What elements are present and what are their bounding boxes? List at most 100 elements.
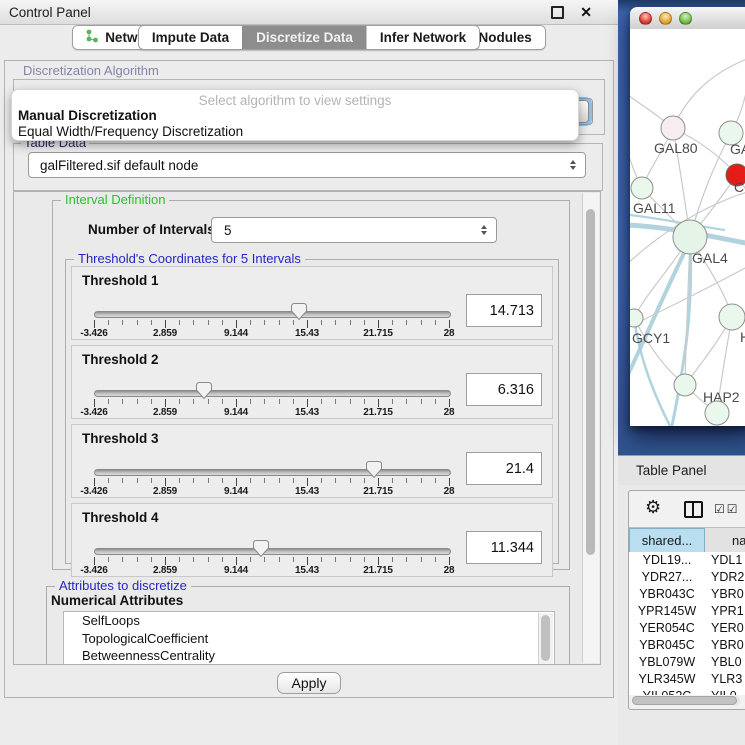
threshold-label: Threshold 3 xyxy=(82,431,159,446)
network-node[interactable] xyxy=(673,220,707,254)
tick-mark xyxy=(350,320,351,325)
tick-mark xyxy=(94,320,95,328)
attributes-scrollbar[interactable] xyxy=(538,613,553,665)
table-row[interactable]: YER054CYER0 xyxy=(629,620,745,637)
tick-mark xyxy=(350,557,351,562)
slider-thumb[interactable] xyxy=(196,382,212,399)
float-window-icon[interactable] xyxy=(551,6,564,19)
table-cell: YDL19... xyxy=(629,552,705,569)
slider-track[interactable] xyxy=(94,469,451,476)
zoom-traffic-light-icon[interactable] xyxy=(679,12,692,25)
tick-mark xyxy=(122,320,123,325)
gear-icon[interactable]: ⚙ xyxy=(645,497,661,518)
table-cell: YLR3 xyxy=(705,671,745,688)
tick-mark xyxy=(208,320,209,325)
interval-definition-title: Interval Definition xyxy=(61,192,169,207)
checkbox-icons[interactable]: ☑☑ xyxy=(714,502,740,516)
tick-label: 2.859 xyxy=(143,407,187,418)
table-cell: YBR045C xyxy=(629,637,705,654)
tick-label: 15.43 xyxy=(285,565,329,576)
tick-mark xyxy=(236,399,237,407)
slider-thumb[interactable] xyxy=(253,540,269,557)
slider-track[interactable] xyxy=(94,311,451,318)
bottom-tab-discretize-data[interactable]: Discretize Data xyxy=(242,26,366,49)
algorithm-option[interactable]: Manual Discretization xyxy=(15,108,575,124)
slider-track[interactable] xyxy=(94,548,451,555)
tick-mark xyxy=(449,557,450,565)
table-cell: YBL0 xyxy=(705,654,745,671)
column-header[interactable]: na xyxy=(705,528,745,553)
settings-scroll-panel: Interval Definition Number of Intervals … xyxy=(13,191,601,665)
tick-mark xyxy=(307,557,308,565)
tick-mark xyxy=(392,399,393,404)
algorithm-option[interactable]: Equal Width/Frequency Discretization xyxy=(15,124,575,140)
number-of-intervals-value: 5 xyxy=(224,223,232,238)
table-row[interactable]: YIL052CYIL0 xyxy=(629,688,745,695)
table-row[interactable]: YBR045CYBR0 xyxy=(629,637,745,654)
network-node[interactable] xyxy=(661,116,685,140)
threshold-value-field[interactable]: 11.344 xyxy=(466,531,542,564)
tick-mark xyxy=(335,557,336,562)
attribute-item[interactable]: SelfLoops xyxy=(64,612,554,630)
slider-thumb[interactable] xyxy=(366,461,382,478)
numerical-attributes-label: Numerical Attributes xyxy=(51,593,183,608)
tick-mark xyxy=(236,478,237,486)
numerical-attributes-list[interactable]: SelfLoopsTopologicalCoefficientBetweenne… xyxy=(63,611,555,665)
tick-mark xyxy=(222,478,223,483)
thresholds-group-title: Threshold's Coordinates for 5 Intervals xyxy=(74,251,305,266)
node-label: GAL80 xyxy=(654,140,698,156)
tick-mark xyxy=(193,557,194,562)
minimize-traffic-light-icon[interactable] xyxy=(659,12,672,25)
close-traffic-light-icon[interactable] xyxy=(639,12,652,25)
tick-label: 15.43 xyxy=(285,328,329,339)
close-icon[interactable]: ✕ xyxy=(580,4,592,21)
threshold-value-field[interactable]: 14.713 xyxy=(466,294,542,327)
table-row[interactable]: YDL19...YDL1 xyxy=(629,552,745,569)
tick-label: -3.426 xyxy=(72,328,116,339)
table-cell: YBL079W xyxy=(629,654,705,671)
node-table: ⚙ ☑☑ shared...na YDL19...YDL1YDR27...YDR… xyxy=(628,490,745,710)
table-row[interactable]: YPR145WYPR1 xyxy=(629,603,745,620)
number-of-intervals-label: Number of Intervals xyxy=(88,222,215,237)
threshold-label: Threshold 4 xyxy=(82,510,159,525)
tick-mark xyxy=(108,557,109,562)
interval-definition-group: Interval Definition Number of Intervals … xyxy=(52,200,570,570)
node-label: C xyxy=(734,179,744,195)
network-node[interactable] xyxy=(631,177,653,199)
table-cell: YIL0 xyxy=(705,688,745,695)
network-node[interactable] xyxy=(674,374,696,396)
threshold-panel: Threshold 4-3.4262.8599.14415.4321.71528… xyxy=(71,503,553,577)
table-row[interactable]: YDR27...YDR2 xyxy=(629,569,745,586)
tick-label: 21.715 xyxy=(356,565,400,576)
bottom-tab-impute-data[interactable]: Impute Data xyxy=(139,26,242,49)
table-cell: YBR0 xyxy=(705,637,745,654)
network-canvas[interactable]: GAL80GACGAL11GAL4GCY1HHAP2 xyxy=(630,29,745,426)
settings-vertical-scrollbar[interactable] xyxy=(582,193,599,663)
table-row[interactable]: YLR345WYLR3 xyxy=(629,671,745,688)
table-data-combo[interactable]: galFiltered.sif default node xyxy=(28,152,586,178)
algorithm-group-title: Discretization Algorithm xyxy=(23,63,159,78)
table-row[interactable]: YBR043CYBR0 xyxy=(629,586,745,603)
network-node[interactable] xyxy=(705,401,729,425)
split-view-icon[interactable] xyxy=(684,501,703,518)
column-header[interactable]: shared... xyxy=(629,528,705,553)
apply-button[interactable]: Apply xyxy=(277,672,341,694)
tick-mark xyxy=(108,320,109,325)
number-of-intervals-combo[interactable]: 5 xyxy=(211,217,497,243)
network-node[interactable] xyxy=(719,304,745,330)
threshold-value-field[interactable]: 6.316 xyxy=(466,373,542,406)
slider-thumb[interactable] xyxy=(291,303,307,320)
threshold-value-field[interactable]: 21.4 xyxy=(466,452,542,485)
network-node[interactable] xyxy=(630,309,643,327)
attribute-item[interactable]: TopologicalCoefficient xyxy=(64,630,554,648)
table-cell: YBR0 xyxy=(705,586,745,603)
tick-mark xyxy=(350,478,351,483)
bottom-tab-infer-network[interactable]: Infer Network xyxy=(366,26,479,49)
table-horizontal-scrollbar[interactable] xyxy=(632,696,740,705)
slider-track[interactable] xyxy=(94,390,451,397)
table-row[interactable]: YBL079WYBL0 xyxy=(629,654,745,671)
tick-label: 15.43 xyxy=(285,407,329,418)
attribute-item[interactable]: BetweennessCentrality xyxy=(64,647,554,665)
tick-mark xyxy=(264,478,265,483)
tick-mark xyxy=(151,320,152,325)
